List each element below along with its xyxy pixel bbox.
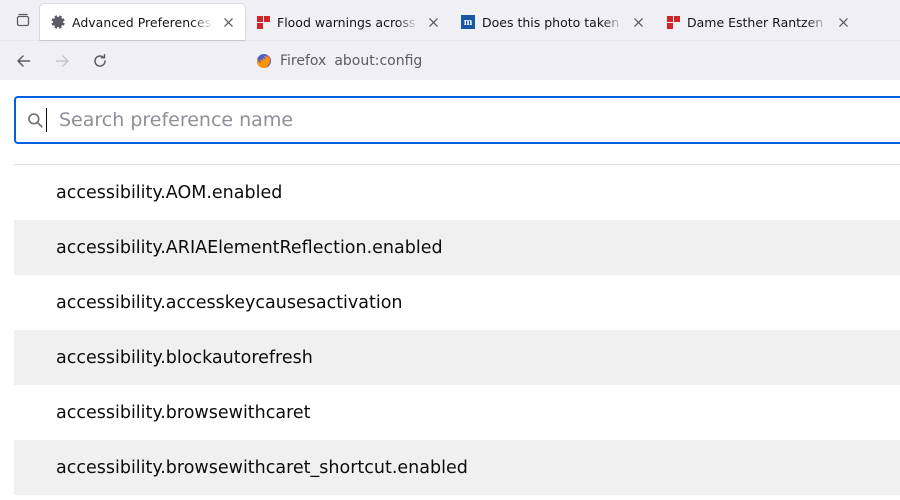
- firefox-icon: [256, 53, 272, 69]
- tab-close-button[interactable]: [834, 13, 852, 31]
- tab-chicago-photo[interactable]: m Does this photo taken in Chicago: [450, 4, 655, 40]
- all-tabs-icon: [15, 12, 31, 28]
- url-bar[interactable]: Firefox about:config: [252, 45, 892, 77]
- pref-name: accessibility.browsewithcaret_shortcut.e…: [56, 458, 468, 478]
- close-icon: [223, 17, 234, 28]
- tab-label: Dame Esther Rantzen pays tribute: [687, 15, 828, 30]
- pref-row[interactable]: accessibility.browsewithcaret_shortcut.e…: [14, 440, 900, 495]
- about-config-content: accessibility.AOM.enabled accessibility.…: [0, 80, 900, 500]
- tab-label: Advanced Preferences: [72, 15, 213, 30]
- pref-row[interactable]: accessibility.AOM.enabled: [14, 165, 900, 220]
- reload-button[interactable]: [84, 45, 116, 77]
- pref-name: accessibility.AOM.enabled: [56, 183, 282, 203]
- tab-close-button[interactable]: [629, 13, 647, 31]
- text-caret: [46, 108, 47, 132]
- url-text: about:config: [334, 53, 422, 69]
- forward-button[interactable]: [46, 45, 78, 77]
- tab-label: Does this photo taken in Chicago: [482, 15, 623, 30]
- tab-strip: Advanced Preferences Flood warnings acro…: [0, 0, 900, 40]
- identity-label: Firefox: [280, 53, 326, 69]
- prefs-table: accessibility.AOM.enabled accessibility.…: [14, 164, 900, 495]
- tab-dame-esther[interactable]: Dame Esther Rantzen pays tribute: [655, 4, 860, 40]
- search-icon: [26, 111, 44, 129]
- pref-search-container: [14, 96, 900, 144]
- pref-name: accessibility.ARIAElementReflection.enab…: [56, 238, 443, 258]
- back-button[interactable]: [8, 45, 40, 77]
- pref-row[interactable]: accessibility.ARIAElementReflection.enab…: [14, 220, 900, 275]
- pref-name: accessibility.blockautorefresh: [56, 348, 313, 368]
- tab-flood-warnings[interactable]: Flood warnings across England: [245, 4, 450, 40]
- pref-row[interactable]: accessibility.blockautorefresh: [14, 330, 900, 385]
- pref-row[interactable]: accessibility.accesskeycausesactivation: [14, 275, 900, 330]
- tab-advanced-preferences[interactable]: Advanced Preferences: [40, 4, 245, 40]
- tab-close-button[interactable]: [219, 13, 237, 31]
- close-icon: [838, 17, 849, 28]
- tab-label: Flood warnings across England: [277, 15, 418, 30]
- pref-row[interactable]: accessibility.browsewithcaret: [14, 385, 900, 440]
- nav-toolbar: Firefox about:config: [0, 40, 900, 80]
- pref-name: accessibility.accesskeycausesactivation: [56, 293, 403, 313]
- all-tabs-button[interactable]: [6, 0, 40, 40]
- m-favicon-icon: m: [460, 14, 476, 30]
- close-icon: [633, 17, 644, 28]
- back-arrow-icon: [16, 53, 32, 69]
- tab-close-button[interactable]: [424, 13, 442, 31]
- forward-arrow-icon: [54, 53, 70, 69]
- bbc-favicon-icon: [665, 14, 681, 30]
- pref-name: accessibility.browsewithcaret: [56, 403, 311, 423]
- close-icon: [428, 17, 439, 28]
- reload-icon: [92, 53, 108, 69]
- gear-icon: [50, 14, 66, 30]
- bbc-favicon-icon: [255, 14, 271, 30]
- pref-search-input[interactable]: [59, 109, 884, 131]
